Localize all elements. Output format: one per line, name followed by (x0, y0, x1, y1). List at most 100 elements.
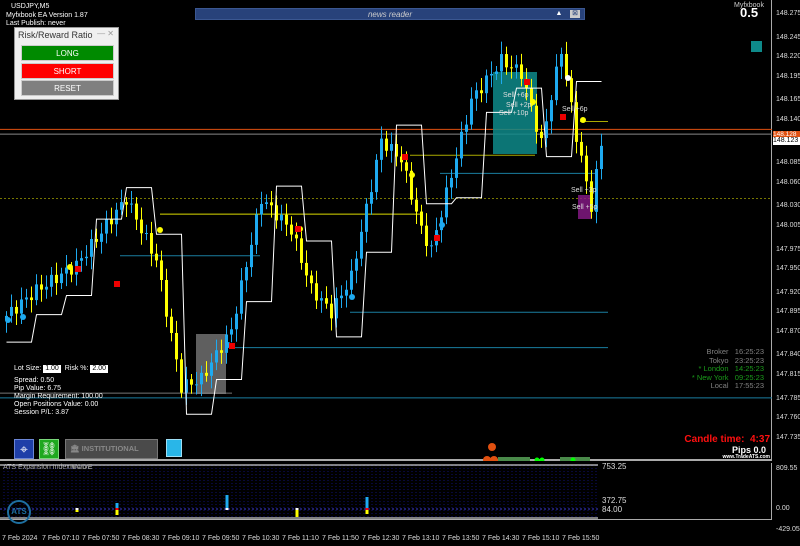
time-tick: 7 Feb 07:10 (42, 535, 80, 542)
candle-body (125, 202, 128, 205)
crosshair-icon[interactable]: ⌖ (14, 439, 34, 459)
price-tick: 147.950 (776, 265, 800, 273)
candle-body (25, 297, 28, 300)
candle-body (495, 71, 498, 74)
close-icon[interactable]: ⊠ (570, 10, 580, 18)
expansion-dot (225, 508, 229, 510)
status-dot (534, 457, 540, 461)
news-reader-title: news reader (367, 10, 413, 19)
signal-square (560, 114, 566, 120)
candle-body (385, 138, 388, 151)
price-tick: 148.030 (776, 202, 800, 210)
bank-icon: 🏛 (70, 444, 80, 453)
candle-body (250, 244, 253, 268)
logo-text: ATS (11, 507, 27, 516)
risk-input[interactable]: 2.00 (90, 365, 109, 373)
trade-label: Sell +3p (571, 187, 597, 194)
lot-size-label: Lot Size: (14, 365, 42, 372)
trade-label: Sell +10p (499, 110, 529, 117)
candle-body (105, 219, 108, 234)
indicator-subwindow[interactable]: ATS Expansion Index V4.0 ATS 753.25 84.0… (0, 462, 772, 524)
candle-body (110, 219, 113, 225)
candle-body (195, 384, 198, 386)
candle-body (540, 131, 543, 139)
candle-body (285, 214, 288, 225)
session-time: 17:55:23 (734, 381, 764, 390)
time-tick: 7 Feb 12:30 (362, 535, 400, 542)
candle-body (60, 273, 63, 284)
candle-body (365, 203, 368, 232)
trade-label: Sell +6p (562, 106, 588, 113)
candle-body (140, 219, 143, 234)
time-tick: 7 Feb 14:30 (482, 535, 520, 542)
candle-body (585, 155, 588, 182)
expand-chart-icon[interactable] (166, 439, 182, 457)
price-tick: 148.275 (776, 10, 800, 17)
candle-body (330, 303, 333, 319)
candle-body (380, 138, 383, 160)
candle-body (445, 187, 448, 218)
time-tick: 7 Feb 11:10 (282, 535, 319, 542)
lot-size-row: Lot Size: 1.00 Risk %: 2.00 (14, 365, 109, 373)
signal-dot (349, 294, 355, 300)
alert-icon (490, 456, 498, 461)
candle-body (485, 75, 488, 94)
candle-body (430, 245, 433, 247)
site-link[interactable]: www.TradeATS.com (722, 454, 770, 460)
close-button[interactable]: ✕ (107, 29, 114, 38)
trade-label: Sell +6p (503, 92, 529, 99)
candle-body (230, 329, 233, 335)
candle-body (500, 54, 503, 72)
session-pl: Session P/L: 3.87 (14, 409, 69, 416)
lot-size-input[interactable]: 1.00 (43, 365, 61, 373)
candle-body (570, 78, 573, 103)
candle-body (465, 124, 468, 132)
price-tick: 148.165 (776, 96, 800, 104)
reset-button[interactable]: RESET (21, 80, 114, 96)
candle-body (55, 274, 58, 284)
expand-icon[interactable]: ▲ (554, 10, 564, 18)
candle-body (255, 214, 258, 245)
sub-axis-zero: 0.00 (776, 505, 790, 512)
candle-body (200, 372, 203, 385)
candle-body (520, 64, 523, 79)
long-button[interactable]: LONG (21, 45, 114, 61)
candle-body (300, 238, 303, 263)
status-dot (539, 457, 545, 461)
expansion-dot (295, 508, 299, 510)
trade-label: Sell +5p (572, 204, 598, 211)
time-tick: 7 Feb 09:10 (162, 535, 200, 542)
price-tick: 147.760 (776, 414, 800, 422)
candle-body (295, 234, 298, 239)
time-tick: 7 Feb 11:50 (322, 535, 359, 542)
margin-requirement: Margin Requirement: 100.00 (14, 393, 103, 400)
link-icon[interactable]: ⛓ (39, 439, 59, 459)
price-tick: 148.220 (776, 53, 800, 61)
signal-dot (439, 222, 445, 228)
candle-body (320, 298, 323, 301)
institutional-mode-button[interactable]: 🏛 INSTITUTIONAL MODE (65, 439, 158, 471)
candle-body (220, 350, 223, 353)
session-name: Local (710, 381, 729, 390)
session-clock: Local 17:55:23 (711, 381, 764, 390)
candle-body (325, 298, 328, 304)
panel-controls[interactable]: — ✕ (97, 29, 114, 38)
level-high: 753.25 (602, 462, 627, 471)
expansion-dot (115, 508, 119, 510)
signal-dot (67, 264, 73, 270)
price-tick: 147.870 (776, 327, 800, 335)
candle-body (85, 256, 88, 259)
time-tick: 7 Feb 2024 (2, 535, 38, 542)
signal-square (229, 343, 235, 349)
candle-body (515, 64, 518, 68)
candle-body (155, 253, 158, 261)
candle-time-value: 4:37 (749, 434, 770, 445)
candle-body (165, 280, 168, 317)
minimize-button[interactable]: — (97, 29, 105, 38)
news-reader-bar[interactable]: news reader ▲ ⊠ (195, 8, 585, 20)
candle-body (415, 199, 418, 212)
risk-reward-panel: Risk/Reward Ratio — ✕ LONG SHORT RESET (14, 27, 119, 100)
candle-body (40, 284, 43, 290)
candle-body (160, 260, 163, 281)
short-button[interactable]: SHORT (21, 63, 114, 79)
